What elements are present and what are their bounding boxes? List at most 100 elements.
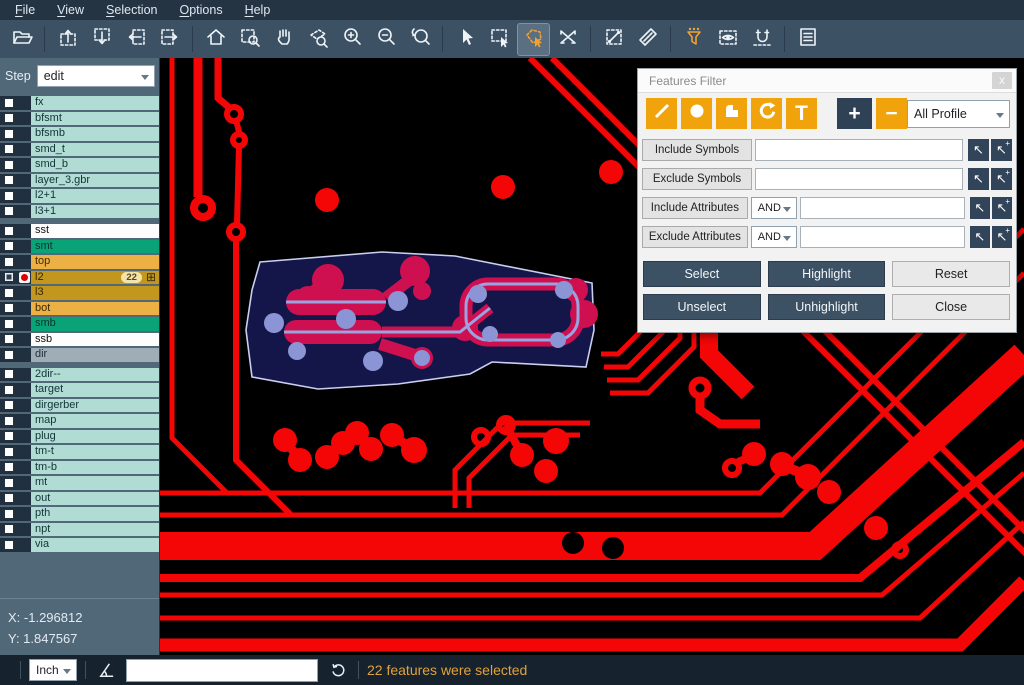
layer-checkbox[interactable] (4, 191, 14, 201)
pick-arrow-add-button[interactable]: ↖+ (991, 139, 1012, 161)
layer-checkbox[interactable] (4, 524, 14, 534)
active-layer-cell[interactable] (17, 255, 31, 269)
menu-view[interactable]: View (46, 0, 95, 20)
pick-arrow-add-button[interactable]: ↖+ (991, 168, 1012, 190)
dialog-titlebar[interactable]: Features Filter x (638, 69, 1016, 93)
layer-row-l3[interactable]: l3 (0, 286, 159, 300)
include-symbols-button[interactable]: Include Symbols (642, 139, 752, 161)
select-rectangle-button[interactable] (484, 24, 515, 55)
layer-checkbox[interactable] (4, 447, 14, 457)
menu-selection[interactable]: Selection (95, 0, 168, 20)
ruler-button[interactable] (632, 24, 663, 55)
layer-checkbox[interactable] (4, 350, 14, 360)
scroll-down-button[interactable] (86, 24, 117, 55)
layer-checkbox[interactable] (4, 385, 14, 395)
scroll-left-button[interactable] (120, 24, 151, 55)
layer-checkbox[interactable] (4, 493, 14, 503)
zoom-in-button[interactable] (336, 24, 367, 55)
active-layer-cell[interactable] (17, 538, 31, 552)
layer-row-out[interactable]: out (0, 492, 159, 506)
include-symbols-input[interactable] (755, 139, 963, 161)
layer-checkbox[interactable] (4, 319, 14, 329)
active-layer-cell[interactable] (17, 127, 31, 141)
active-layer-cell[interactable] (17, 461, 31, 475)
pick-arrow-button[interactable]: ↖ (968, 139, 989, 161)
layer-row-bot[interactable]: bot (0, 302, 159, 316)
layer-checkbox[interactable] (4, 288, 14, 298)
active-layer-cell[interactable] (17, 189, 31, 203)
layer-row-map[interactable]: map (0, 414, 159, 428)
feature-report-button[interactable] (792, 24, 823, 55)
layer-row-npt[interactable]: npt (0, 523, 159, 537)
exclude-attributes-button[interactable]: Exclude Attributes (642, 226, 748, 248)
layer-row-l3+1[interactable]: l3+1 (0, 205, 159, 219)
reset-button[interactable]: Reset (892, 261, 1010, 287)
layer-checkbox[interactable] (4, 175, 14, 185)
pan-hand-button[interactable] (268, 24, 299, 55)
unselect-button[interactable]: Unselect (643, 294, 761, 320)
layer-checkbox[interactable] (4, 98, 14, 108)
active-layer-cell[interactable] (17, 383, 31, 397)
active-layer-cell[interactable] (17, 414, 31, 428)
layer-row-top[interactable]: top (0, 255, 159, 269)
layer-checkbox[interactable] (4, 160, 14, 170)
layer-checkbox[interactable] (4, 416, 14, 426)
layer-checkbox[interactable] (4, 272, 14, 282)
add-filter-button[interactable]: + (837, 98, 872, 129)
layer-checkbox[interactable] (4, 462, 14, 472)
grid-icon[interactable]: ⊞ (146, 272, 156, 283)
include-attributes-input[interactable] (800, 197, 965, 219)
layer-checkbox[interactable] (4, 241, 14, 251)
layer-row-smt[interactable]: smt (0, 240, 159, 254)
scroll-right-button[interactable] (154, 24, 185, 55)
active-layer-cell[interactable] (17, 205, 31, 219)
pad-feature-button[interactable] (681, 98, 712, 129)
measure-points-button[interactable] (598, 24, 629, 55)
active-layer-cell[interactable] (17, 333, 31, 347)
menu-file[interactable]: File (4, 0, 46, 20)
clear-brush-button[interactable] (552, 24, 583, 55)
layer-row-dir[interactable]: dir (0, 348, 159, 362)
select-polygon-button[interactable] (518, 24, 549, 55)
text-feature-button[interactable]: T (786, 98, 817, 129)
select-button[interactable]: Select (643, 261, 761, 287)
active-layer-cell[interactable] (17, 224, 31, 238)
active-layer-cell[interactable] (17, 302, 31, 316)
active-layer-cell[interactable] (17, 143, 31, 157)
open-file-button[interactable] (6, 24, 37, 55)
layer-checkbox[interactable] (4, 144, 14, 154)
layer-checkbox[interactable] (4, 369, 14, 379)
layer-row-sst[interactable]: sst (0, 224, 159, 238)
command-input[interactable] (126, 659, 318, 682)
exclude-attributes-operator-combobox[interactable]: AND (751, 226, 797, 248)
pick-arrow-button[interactable]: ↖ (970, 226, 990, 248)
scroll-up-button[interactable] (52, 24, 83, 55)
include-attributes-operator-combobox[interactable]: AND (751, 197, 797, 219)
layer-checkbox[interactable] (4, 113, 14, 123)
layer-row-fx[interactable]: fx (0, 96, 159, 110)
layer-row-2dir--[interactable]: 2dir-- (0, 368, 159, 382)
layer-checkbox[interactable] (4, 431, 14, 441)
active-layer-cell[interactable] (17, 445, 31, 459)
features-filter-button[interactable] (678, 24, 709, 55)
active-layer-cell[interactable] (17, 348, 31, 362)
layer-row-l2[interactable]: l222⊞ (0, 271, 159, 285)
profile-combobox[interactable]: All Profile (907, 100, 1010, 128)
layer-row-mt[interactable]: mt (0, 476, 159, 490)
layer-row-smd_t[interactable]: smd_t (0, 143, 159, 157)
unhighlight-button[interactable]: Unhighlight (768, 294, 886, 320)
angle-measure-icon[interactable] (94, 658, 118, 682)
active-layer-cell[interactable] (17, 523, 31, 537)
layer-row-bfsmt[interactable]: bfsmt (0, 112, 159, 126)
zoom-previous-button[interactable] (404, 24, 435, 55)
layer-checkbox[interactable] (4, 303, 14, 313)
active-layer-cell[interactable] (17, 174, 31, 188)
layer-checkbox[interactable] (4, 334, 14, 344)
layer-checkbox[interactable] (4, 129, 14, 139)
layer-row-dirgerber[interactable]: dirgerber (0, 399, 159, 413)
close-icon[interactable]: x (992, 72, 1012, 89)
active-layer-cell[interactable] (17, 430, 31, 444)
layer-row-plug[interactable]: plug (0, 430, 159, 444)
zoom-window-button[interactable] (234, 24, 265, 55)
layer-checkbox[interactable] (4, 400, 14, 410)
